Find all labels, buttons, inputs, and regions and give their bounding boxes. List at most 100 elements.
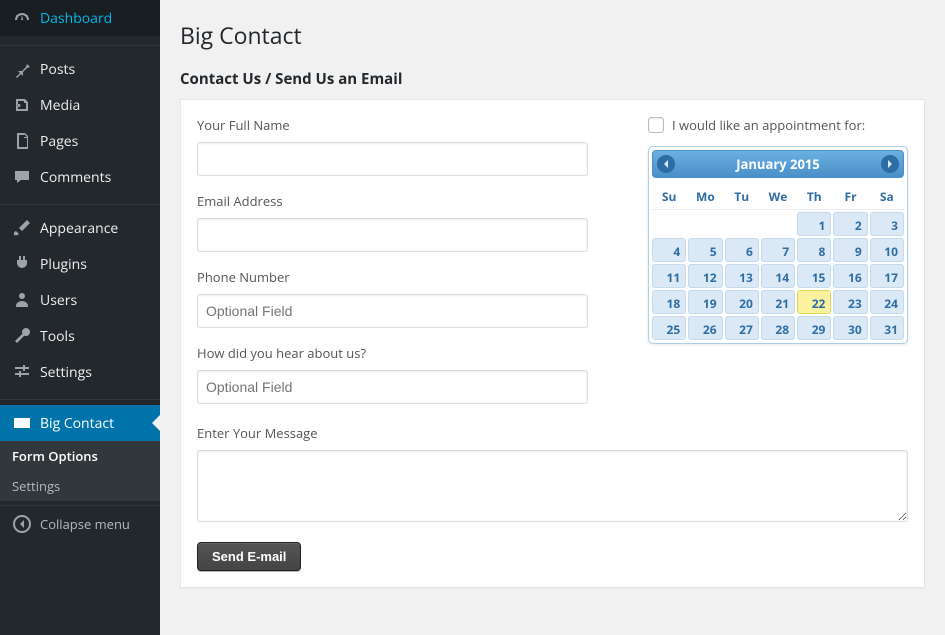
cal-day[interactable]: 7 <box>761 238 795 262</box>
page-title: Big Contact <box>180 10 925 55</box>
menu-separator <box>0 41 160 46</box>
pin-icon <box>12 59 32 79</box>
cal-dow: Su <box>652 182 686 207</box>
sidebar-label: Settings <box>40 363 92 382</box>
media-icon <box>12 95 32 115</box>
appointment-checkbox[interactable] <box>648 117 664 133</box>
cal-day[interactable]: 5 <box>688 238 722 262</box>
cal-day[interactable]: 1 <box>797 212 831 236</box>
appointment-label: I would like an appointment for: <box>672 116 865 134</box>
email-input[interactable] <box>197 218 588 252</box>
plug-icon <box>12 254 32 274</box>
cal-next-button[interactable] <box>881 155 899 173</box>
submenu-item-form-options[interactable]: Form Options <box>0 441 160 471</box>
menu-separator <box>0 395 160 400</box>
cal-day[interactable]: 17 <box>870 264 904 288</box>
send-email-button[interactable]: Send E-mail <box>197 542 301 571</box>
sidebar-label: Pages <box>40 132 78 151</box>
sidebar-label: Big Contact <box>40 414 114 433</box>
sidebar-label: Comments <box>40 168 111 187</box>
cal-day[interactable]: 18 <box>652 290 686 314</box>
cal-day[interactable]: 29 <box>797 316 831 340</box>
sidebar-item-plugins[interactable]: Plugins <box>0 246 160 282</box>
sidebar-label: Users <box>40 291 77 310</box>
collapse-menu[interactable]: Collapse menu <box>0 505 160 542</box>
sidebar-item-posts[interactable]: Posts <box>0 51 160 87</box>
dashboard-icon <box>12 8 32 28</box>
email-label: Email Address <box>197 192 588 210</box>
cal-dow: Th <box>797 182 831 207</box>
hear-input[interactable] <box>197 370 588 404</box>
cal-dow: Tu <box>725 182 759 207</box>
sidebar-label: Dashboard <box>40 9 112 28</box>
contact-form-panel: Your Full Name Email Address Phone Numbe… <box>180 99 925 588</box>
brush-icon <box>12 218 32 238</box>
cal-day[interactable]: 24 <box>870 290 904 314</box>
cal-dow: Fr <box>833 182 867 207</box>
phone-input[interactable] <box>197 294 588 328</box>
cal-day[interactable]: 28 <box>761 316 795 340</box>
sidebar-item-dashboard[interactable]: Dashboard <box>0 0 160 36</box>
admin-sidebar: Dashboard Posts Media Pages Comments App… <box>0 0 160 635</box>
cal-day[interactable]: 2 <box>833 212 867 236</box>
user-icon <box>12 290 32 310</box>
sidebar-submenu: Form Options Settings <box>0 441 160 501</box>
wrench-icon <box>12 326 32 346</box>
sidebar-item-bigcontact[interactable]: Big Contact <box>0 405 160 441</box>
cal-day[interactable]: 27 <box>725 316 759 340</box>
cal-day[interactable]: 21 <box>761 290 795 314</box>
cal-day[interactable]: 10 <box>870 238 904 262</box>
cal-day[interactable]: 25 <box>652 316 686 340</box>
name-input[interactable] <box>197 142 588 176</box>
sidebar-label: Tools <box>40 327 75 346</box>
comment-icon <box>12 167 32 187</box>
sidebar-label: Plugins <box>40 255 87 274</box>
cal-title: January 2015 <box>736 155 820 173</box>
sliders-icon <box>12 362 32 382</box>
sidebar-item-appearance[interactable]: Appearance <box>0 210 160 246</box>
cal-day[interactable]: 19 <box>688 290 722 314</box>
collapse-label: Collapse menu <box>40 515 130 533</box>
cal-dow: Mo <box>688 182 722 207</box>
cal-day[interactable]: 11 <box>652 264 686 288</box>
main-content: Big Contact Contact Us / Send Us an Emai… <box>160 0 945 635</box>
cal-day[interactable]: 8 <box>797 238 831 262</box>
page-icon <box>12 131 32 151</box>
cal-day[interactable]: 9 <box>833 238 867 262</box>
sidebar-item-users[interactable]: Users <box>0 282 160 318</box>
cal-day[interactable]: 12 <box>688 264 722 288</box>
cal-day[interactable]: 6 <box>725 238 759 262</box>
cal-day[interactable]: 30 <box>833 316 867 340</box>
cal-day[interactable]: 16 <box>833 264 867 288</box>
datepicker: January 2015 SuMoTuWeThFrSa 123456789101… <box>648 146 908 344</box>
sidebar-item-comments[interactable]: Comments <box>0 159 160 195</box>
cal-day[interactable]: 3 <box>870 212 904 236</box>
cal-prev-button[interactable] <box>657 155 675 173</box>
chevron-left-icon <box>661 159 671 169</box>
cal-day[interactable]: 31 <box>870 316 904 340</box>
cal-day[interactable]: 26 <box>688 316 722 340</box>
message-label: Enter Your Message <box>197 424 908 442</box>
cal-day[interactable]: 14 <box>761 264 795 288</box>
sidebar-item-pages[interactable]: Pages <box>0 123 160 159</box>
cal-day[interactable]: 20 <box>725 290 759 314</box>
name-label: Your Full Name <box>197 116 588 134</box>
sidebar-label: Media <box>40 96 80 115</box>
section-title: Contact Us / Send Us an Email <box>180 69 925 89</box>
cal-day[interactable]: 22 <box>797 290 831 314</box>
cal-dow: Sa <box>870 182 904 207</box>
menu-separator <box>0 200 160 205</box>
mail-icon <box>12 413 32 433</box>
message-textarea[interactable] <box>197 450 908 522</box>
sidebar-item-settings[interactable]: Settings <box>0 354 160 390</box>
cal-dow: We <box>761 182 795 207</box>
sidebar-label: Appearance <box>40 219 118 238</box>
sidebar-item-media[interactable]: Media <box>0 87 160 123</box>
sidebar-item-tools[interactable]: Tools <box>0 318 160 354</box>
cal-day[interactable]: 15 <box>797 264 831 288</box>
submenu-item-settings[interactable]: Settings <box>0 471 160 501</box>
cal-day[interactable]: 23 <box>833 290 867 314</box>
cal-day[interactable]: 13 <box>725 264 759 288</box>
hear-label: How did you hear about us? <box>197 344 588 362</box>
cal-day[interactable]: 4 <box>652 238 686 262</box>
